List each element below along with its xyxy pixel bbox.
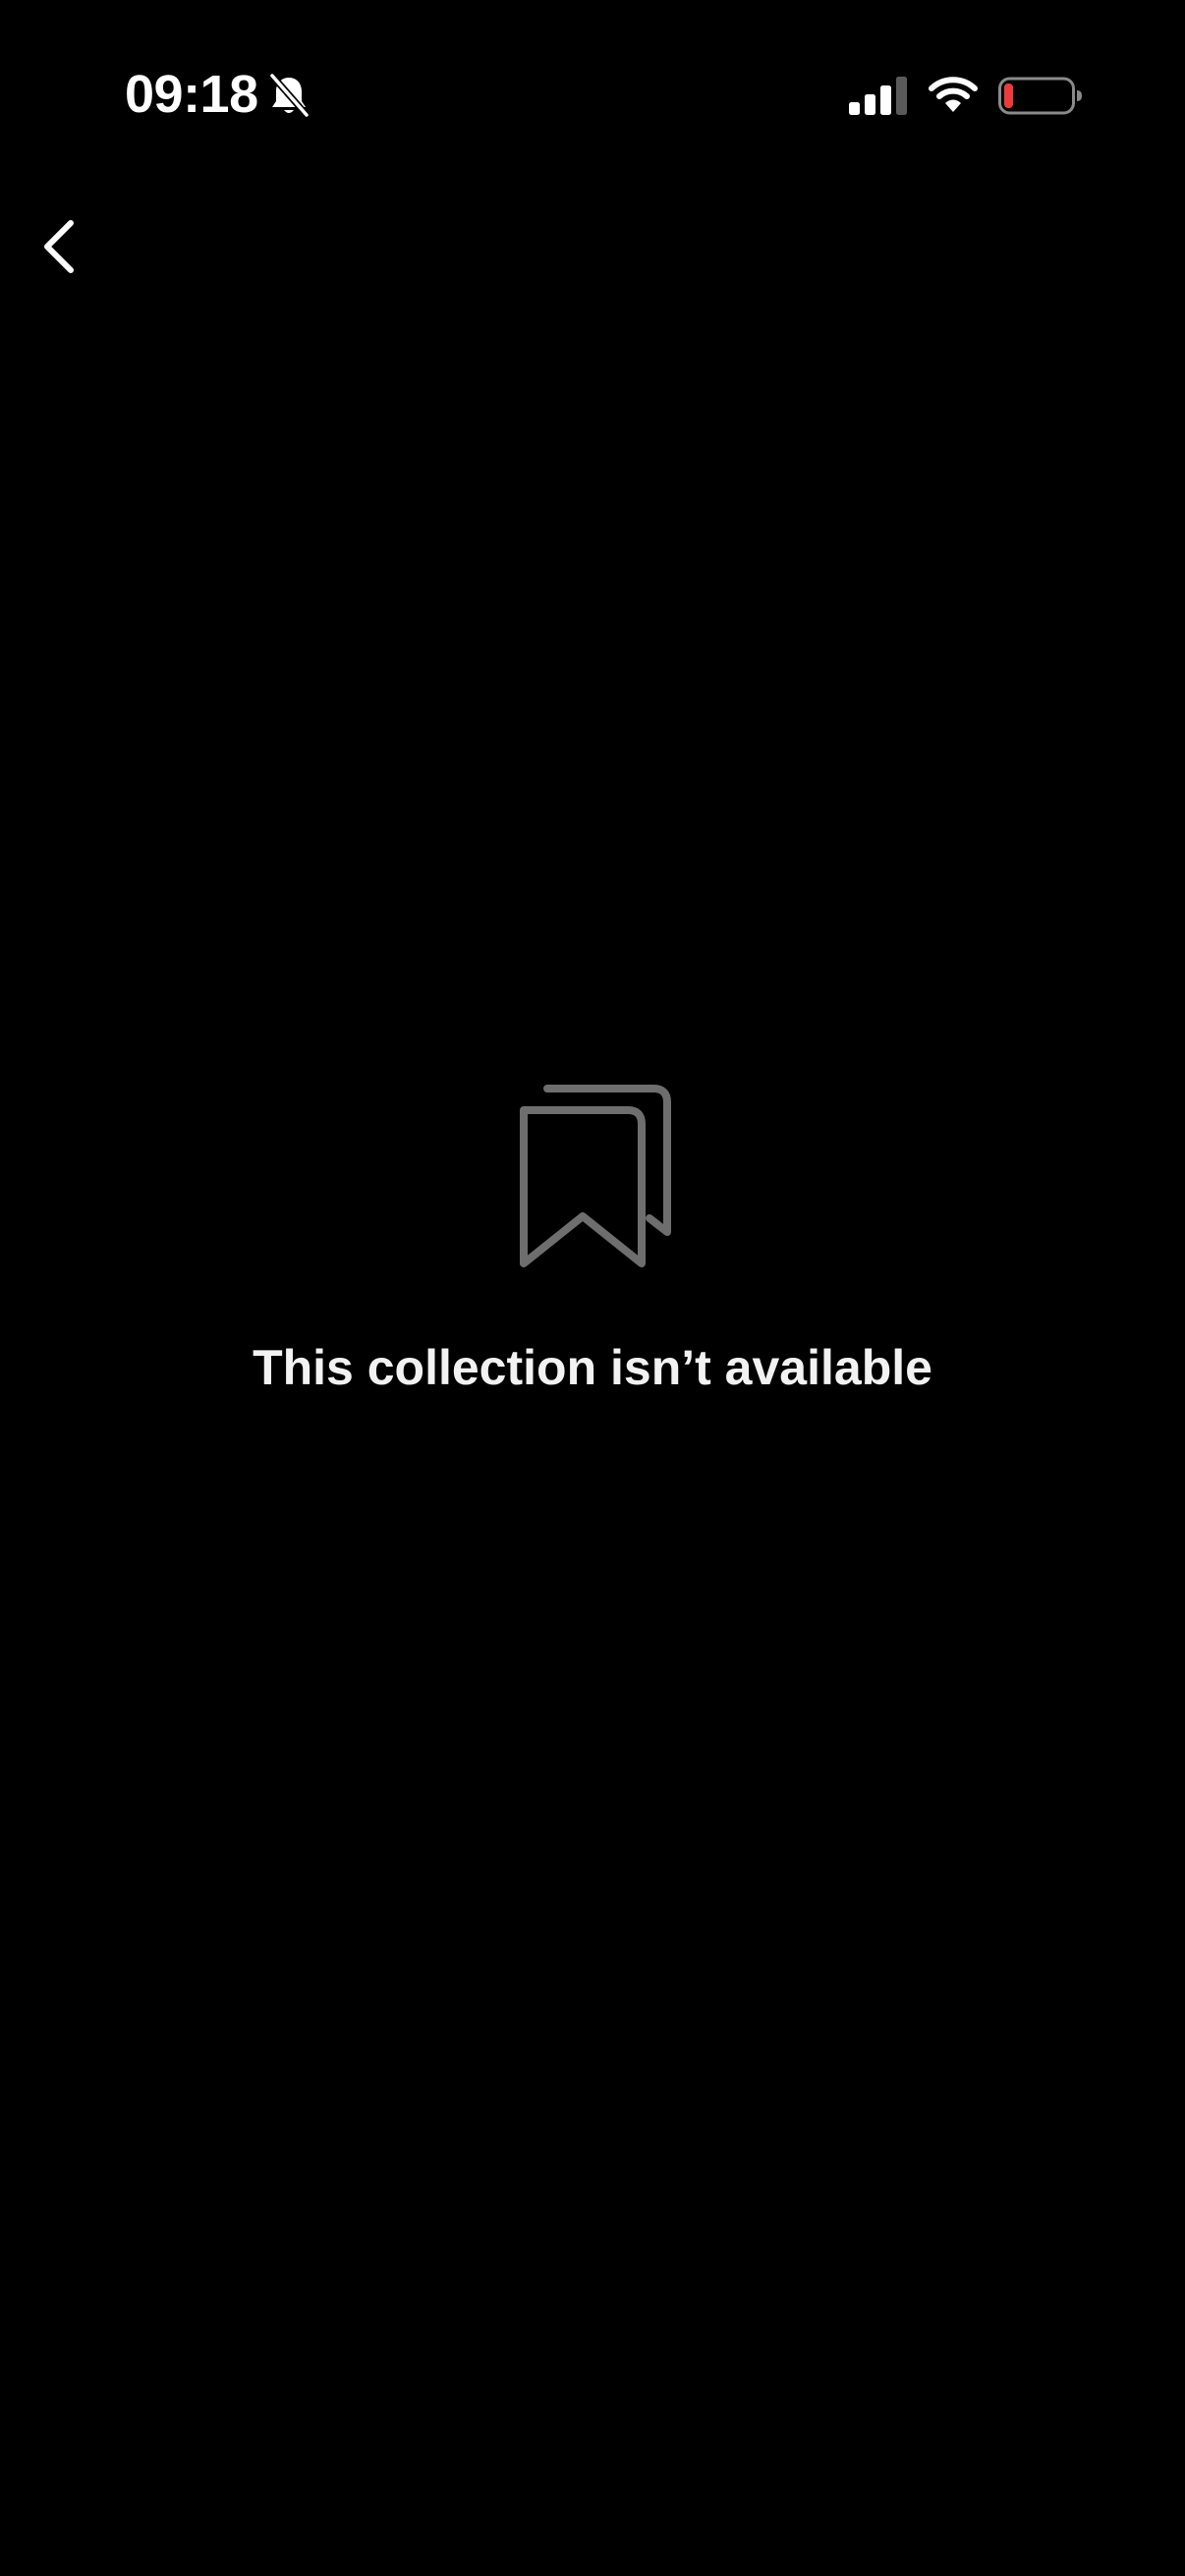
wifi-icon bbox=[929, 77, 978, 112]
status-bar: 09:18 bbox=[0, 0, 1185, 187]
empty-message: This collection isn’t available bbox=[253, 1340, 932, 1395]
battery-low-icon bbox=[998, 77, 1082, 115]
bookmarks-icon bbox=[520, 1085, 671, 1267]
back-button[interactable] bbox=[24, 202, 94, 291]
bell-slash-icon bbox=[269, 73, 310, 118]
status-time: 09:18 bbox=[125, 65, 258, 124]
cellular-signal-icon bbox=[849, 77, 907, 115]
empty-state: This collection isn’t available bbox=[0, 1081, 1185, 1397]
chevron-left-icon bbox=[44, 220, 74, 273]
